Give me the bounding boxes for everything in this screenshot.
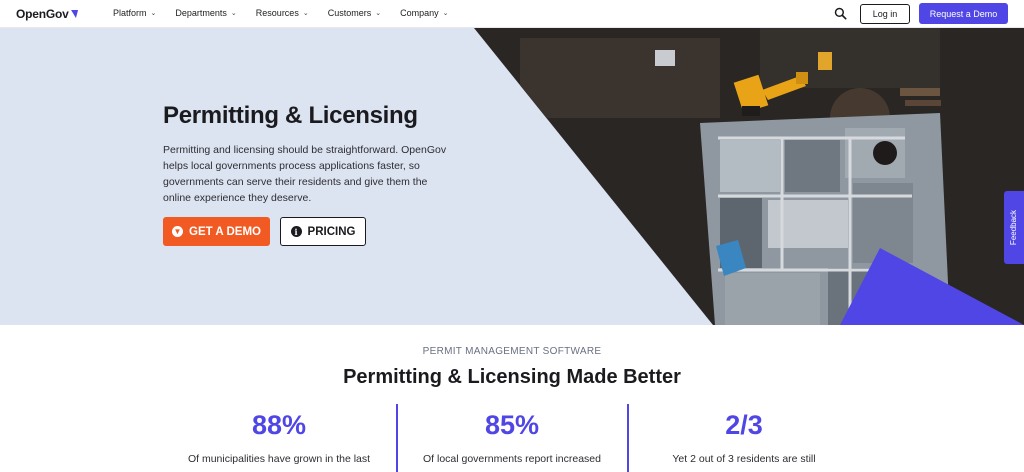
menu-company-label: Company	[400, 8, 439, 18]
menu-platform-label: Platform	[113, 8, 147, 18]
pricing-button[interactable]: i PRICING	[280, 217, 366, 246]
main-menu: Platform ⌄ Departments ⌄ Resources ⌄ Custom…	[113, 8, 449, 18]
stat-text: Of local governments report increased	[422, 453, 601, 465]
menu-customers[interactable]: Customers ⌄	[328, 8, 381, 18]
download-circle-icon: ▼	[172, 226, 183, 237]
hero-title: Permitting & Licensing	[163, 102, 418, 129]
stat-text: Of municipalities have grown in the last	[187, 453, 371, 465]
opengov-logo[interactable]: OpenGov	[16, 7, 78, 21]
logo-mark-icon	[68, 10, 78, 18]
info-circle-icon: i	[290, 226, 302, 237]
feedback-tab[interactable]: Feedback	[1004, 191, 1024, 264]
stat-value: 2/3	[725, 410, 763, 440]
hero-section: Permitting & Licensing Permitting and li…	[0, 28, 1024, 325]
top-nav: OpenGov Platform ⌄ Departments ⌄ Resources…	[0, 0, 1024, 28]
chevron-down-icon: ⌄	[302, 10, 309, 17]
logo-text: OpenGov	[16, 7, 69, 21]
chevron-down-icon: ⌄	[150, 10, 157, 17]
chevron-down-icon: ⌄	[442, 10, 449, 17]
section-title: Permitting & Licensing Made Better	[343, 366, 681, 388]
pricing-label: PRICING	[307, 225, 356, 238]
search-icon[interactable]	[834, 7, 847, 20]
stat-card: 85% Of local governments report increase…	[397, 410, 627, 465]
get-demo-button[interactable]: ▼ GET A DEMO	[163, 217, 270, 246]
menu-platform[interactable]: Platform ⌄	[113, 8, 156, 18]
feedback-label: Feedback	[1009, 209, 1019, 246]
stat-card: 88% Of municipalities have grown in the …	[164, 410, 394, 465]
menu-customers-label: Customers	[327, 8, 372, 18]
login-button[interactable]: Log in	[860, 4, 910, 24]
stat-card: 2/3 Yet 2 out of 3 residents are still	[629, 410, 859, 465]
get-demo-label: GET A DEMO	[189, 225, 261, 238]
section-eyebrow: PERMIT MANAGEMENT SOFTWARE	[422, 346, 602, 357]
stat-value: 88%	[251, 410, 307, 440]
chevron-down-icon: ⌄	[375, 10, 382, 17]
construction-site-photo	[474, 28, 1024, 325]
stat-text: Yet 2 out of 3 residents are still	[672, 453, 816, 465]
hero-description: Permitting and licensing should be strai…	[163, 144, 447, 204]
menu-company[interactable]: Company ⌄	[400, 8, 448, 18]
menu-resources[interactable]: Resources ⌄	[256, 8, 309, 18]
menu-resources-label: Resources	[255, 8, 299, 18]
request-demo-button[interactable]: Request a Demo	[919, 3, 1008, 24]
chevron-down-icon: ⌄	[230, 10, 237, 17]
stat-value: 85%	[484, 410, 540, 440]
menu-departments-label: Departments	[175, 8, 227, 18]
menu-departments[interactable]: Departments ⌄	[175, 8, 236, 18]
